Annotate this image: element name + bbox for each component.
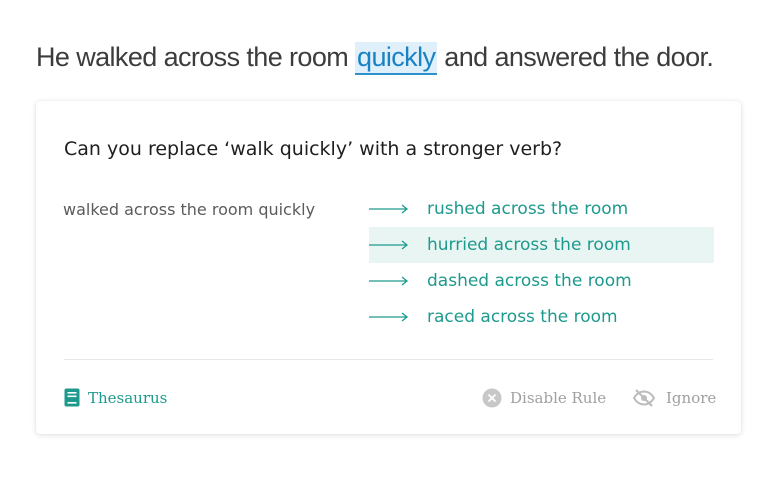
suggestion-option-selected[interactable]: hurried across the room <box>369 227 714 263</box>
eye-off-icon <box>632 389 656 407</box>
original-phrase: walked across the room quickly <box>63 200 316 219</box>
suggestion-list: rushed across the room hurried across th… <box>369 191 714 335</box>
editor-sentence: He walked across the room quickly and an… <box>36 42 714 75</box>
sentence-text-after: and answered the door. <box>437 42 714 72</box>
arrow-right-icon <box>369 240 409 250</box>
suggestion-question: Can you replace ‘walk quickly’ with a st… <box>64 138 563 160</box>
card-divider <box>64 359 713 360</box>
ignore-label: Ignore <box>666 389 717 407</box>
suggestion-option[interactable]: dashed across the room <box>369 263 714 299</box>
thesaurus-link[interactable]: Thesaurus <box>64 388 167 407</box>
suggestion-label: hurried across the room <box>427 235 631 255</box>
close-circle-icon <box>482 388 502 408</box>
highlighted-word[interactable]: quickly <box>355 42 438 75</box>
suggestion-option[interactable]: raced across the room <box>369 299 714 335</box>
sentence-text-before: He walked across the room <box>36 42 356 72</box>
arrow-right-icon <box>369 276 409 286</box>
arrow-right-icon <box>369 312 409 322</box>
suggestion-option[interactable]: rushed across the room <box>369 191 714 227</box>
suggestion-label: rushed across the room <box>427 199 629 219</box>
suggestion-label: raced across the room <box>427 307 618 327</box>
book-icon <box>64 388 80 407</box>
disable-rule-button[interactable]: Disable Rule <box>482 388 606 408</box>
suggestion-card: Can you replace ‘walk quickly’ with a st… <box>36 101 741 434</box>
suggestion-label: dashed across the room <box>427 271 632 291</box>
ignore-button[interactable]: Ignore <box>632 388 716 408</box>
arrow-right-icon <box>369 204 409 214</box>
thesaurus-label: Thesaurus <box>88 388 168 407</box>
disable-rule-label: Disable Rule <box>510 389 607 407</box>
